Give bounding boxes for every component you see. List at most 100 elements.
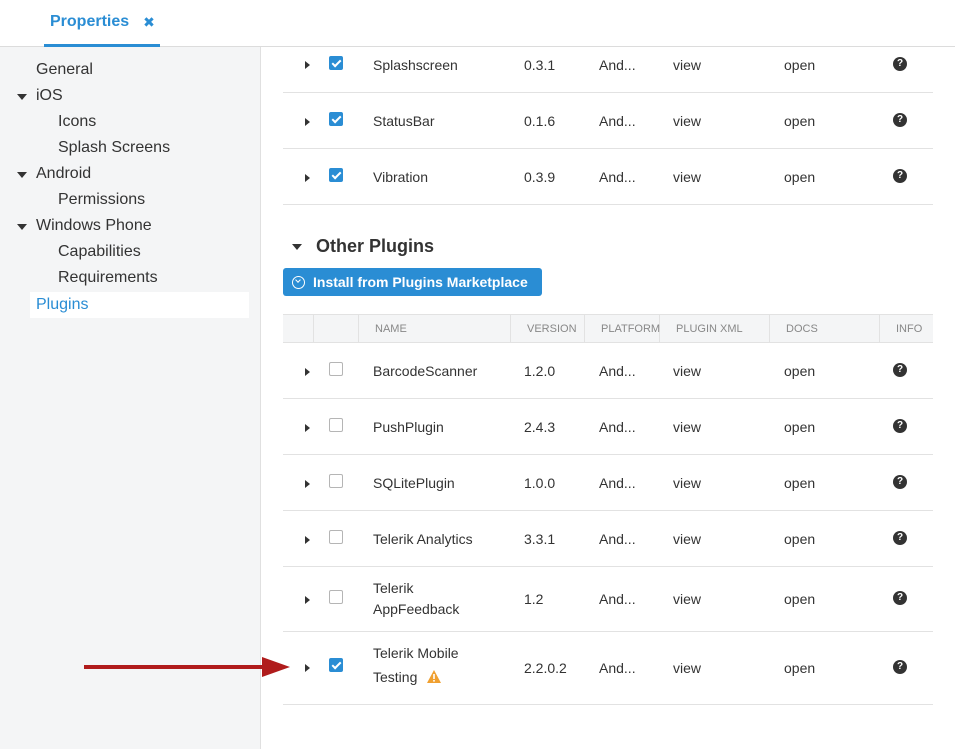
plugin-platform: And...	[599, 419, 636, 435]
expand-icon[interactable]	[305, 118, 310, 126]
help-icon[interactable]: ?	[893, 419, 907, 433]
expand-icon[interactable]	[305, 174, 310, 182]
chevron-down-icon[interactable]	[17, 172, 27, 178]
plugin-xml-link[interactable]: view	[673, 113, 701, 129]
help-icon[interactable]: ?	[893, 475, 907, 489]
plugin-name-line2: AppFeedback	[373, 601, 460, 617]
help-icon[interactable]: ?	[893, 591, 907, 605]
plugin-name: SQLitePlugin	[373, 475, 455, 491]
plugin-checkbox[interactable]	[329, 362, 343, 376]
column-header-version[interactable]: VERSION	[511, 315, 585, 342]
plugin-xml-link[interactable]: view	[673, 660, 701, 676]
docs-link[interactable]: open	[784, 531, 815, 547]
sidebar-item-permissions[interactable]: Permissions	[58, 187, 145, 213]
plugin-version: 0.3.1	[524, 57, 556, 73]
expand-icon[interactable]	[305, 61, 310, 69]
plugin-xml-link[interactable]: view	[673, 363, 701, 379]
close-icon[interactable]: ✖	[143, 14, 155, 31]
plugin-checkbox[interactable]	[329, 168, 343, 182]
help-icon[interactable]: ?	[893, 363, 907, 377]
plugin-version: 3.3.1	[524, 531, 556, 547]
plugin-xml-link[interactable]: view	[673, 475, 701, 491]
plugin-xml-link[interactable]: view	[673, 591, 701, 607]
column-header-expand	[283, 315, 314, 342]
sidebar-item-label: Splash Screens	[58, 139, 171, 156]
plugin-checkbox[interactable]	[329, 590, 343, 604]
docs-link[interactable]: open	[784, 660, 815, 676]
plugin-checkbox[interactable]	[329, 56, 343, 70]
sidebar-item-windows-phone[interactable]: Windows Phone	[36, 213, 152, 239]
plugin-platform: And...	[599, 169, 636, 185]
column-header-docs[interactable]: DOCS	[770, 315, 880, 342]
plugin-version: 0.1.6	[524, 113, 556, 129]
sidebar: General iOS Icons Splash Screens Android…	[0, 47, 261, 749]
expand-icon[interactable]	[305, 596, 310, 604]
sidebar-item-requirements[interactable]: Requirements	[58, 265, 158, 291]
docs-link[interactable]: open	[784, 475, 815, 491]
table-row: Telerik Mobile Testing 2.2.0.2 And... vi…	[283, 632, 933, 705]
expand-icon[interactable]	[305, 424, 310, 432]
warning-icon[interactable]	[426, 669, 442, 684]
help-icon[interactable]: ?	[893, 57, 907, 71]
chevron-down-icon[interactable]	[17, 94, 27, 100]
plugin-name-line2: Testing	[373, 669, 418, 685]
other-plugins-header[interactable]: Other Plugins	[292, 236, 434, 257]
docs-link[interactable]: open	[784, 419, 815, 435]
sidebar-item-plugins[interactable]: Plugins	[30, 292, 249, 318]
plugin-xml-link[interactable]: view	[673, 169, 701, 185]
expand-icon[interactable]	[305, 664, 310, 672]
sidebar-item-general[interactable]: General	[36, 57, 93, 83]
plugin-version: 2.4.3	[524, 419, 556, 435]
plugin-xml-link[interactable]: view	[673, 531, 701, 547]
column-header-select	[314, 315, 359, 342]
column-header-info: INFO	[896, 322, 923, 335]
expand-icon[interactable]	[305, 480, 310, 488]
sidebar-item-ios[interactable]: iOS	[36, 83, 63, 109]
table-row: BarcodeScanner 1.2.0 And... view open ?	[283, 343, 933, 399]
table-row: Telerik AppFeedback 1.2 And... view open…	[283, 567, 933, 632]
plugin-version: 1.0.0	[524, 475, 556, 491]
table-row: Vibration 0.3.9 And... view open ?	[283, 149, 933, 205]
docs-link[interactable]: open	[784, 57, 815, 73]
docs-link[interactable]: open	[784, 169, 815, 185]
expand-icon[interactable]	[305, 536, 310, 544]
docs-link[interactable]: open	[784, 591, 815, 607]
plugin-platform: And...	[599, 531, 636, 547]
sidebar-item-splash-screens[interactable]: Splash Screens	[58, 135, 170, 161]
help-icon[interactable]: ?	[893, 113, 907, 127]
plugin-version: 2.2.0.2	[524, 660, 567, 676]
table-row: PushPlugin 2.4.3 And... view open ?	[283, 399, 933, 455]
plugin-name-line1: Telerik	[373, 580, 414, 596]
section-title: Other Plugins	[316, 236, 435, 256]
sidebar-item-label: Icons	[58, 113, 97, 130]
sidebar-item-label: Plugins	[36, 296, 89, 313]
docs-link[interactable]: open	[784, 113, 815, 129]
docs-link[interactable]: open	[784, 363, 815, 379]
column-header-platform[interactable]: PLATFORM	[585, 315, 660, 342]
plugin-checkbox[interactable]	[329, 418, 343, 432]
table-row: StatusBar 0.1.6 And... view open ?	[283, 93, 933, 149]
plugin-name: PushPlugin	[373, 419, 444, 435]
plugin-checkbox[interactable]	[329, 658, 343, 672]
plugin-name: Vibration	[373, 169, 429, 185]
plugin-checkbox[interactable]	[329, 474, 343, 488]
column-header-plugin-xml[interactable]: PLUGIN XML	[660, 315, 770, 342]
install-from-marketplace-button[interactable]: Install from Plugins Marketplace	[283, 268, 542, 296]
sidebar-item-icons[interactable]: Icons	[58, 109, 96, 135]
sidebar-item-android[interactable]: Android	[36, 161, 91, 187]
table-row: Splashscreen 0.3.1 And... view open ?	[283, 47, 933, 93]
plugin-xml-link[interactable]: view	[673, 419, 701, 435]
help-icon[interactable]: ?	[893, 660, 907, 674]
sidebar-item-label: Android	[36, 165, 92, 182]
sidebar-item-capabilities[interactable]: Capabilities	[58, 239, 141, 265]
tab-properties[interactable]: Properties ✖	[44, 0, 160, 47]
help-icon[interactable]: ?	[893, 531, 907, 545]
chevron-down-icon[interactable]	[17, 224, 27, 230]
plugin-checkbox[interactable]	[329, 112, 343, 126]
plugin-platform: And...	[599, 475, 636, 491]
expand-icon[interactable]	[305, 368, 310, 376]
help-icon[interactable]: ?	[893, 169, 907, 183]
plugin-xml-link[interactable]: view	[673, 57, 701, 73]
column-header-name[interactable]: NAME	[359, 315, 511, 342]
plugin-checkbox[interactable]	[329, 530, 343, 544]
